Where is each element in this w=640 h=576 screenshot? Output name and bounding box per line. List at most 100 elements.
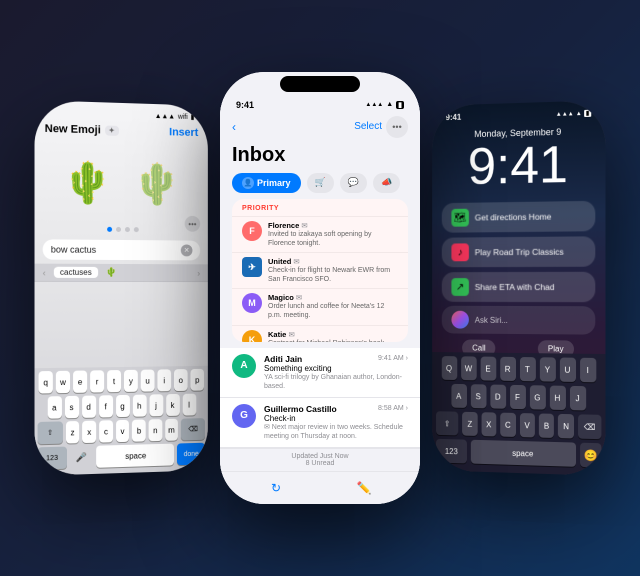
key-v[interactable]: v (116, 420, 130, 442)
key-u[interactable]: u (141, 370, 155, 392)
key-t[interactable]: t (107, 370, 121, 392)
rkey-u[interactable]: U (559, 358, 575, 382)
compose-btn[interactable]: ✏️ (354, 478, 374, 498)
key-mic[interactable]: 🎤 (70, 446, 94, 469)
rkey-i[interactable]: I (580, 358, 596, 383)
rkey-y[interactable]: Y (539, 357, 555, 381)
rkey-w[interactable]: W (461, 356, 477, 380)
key-m[interactable]: m (165, 419, 178, 441)
rkey-n[interactable]: N (558, 414, 574, 439)
key-o[interactable]: o (174, 369, 188, 391)
key-z[interactable]: z (66, 421, 80, 444)
music-text: Play Road Trip Classics (475, 247, 564, 258)
autocomplete-bar: ‹ cactuses 🌵 › (35, 264, 208, 282)
key-c[interactable]: c (99, 420, 113, 442)
preview-magico: Order lunch and coffee for Neeta's 12 p.… (268, 302, 398, 320)
key-p[interactable]: p (191, 369, 205, 391)
key-w[interactable]: w (56, 371, 70, 393)
key-x[interactable]: x (82, 421, 96, 443)
key-n[interactable]: n (149, 419, 162, 441)
email-item-guillermo[interactable]: G Guillermo Castillo 8:58 AM › Check-in … (220, 398, 420, 448)
rkey-space[interactable]: space (471, 440, 576, 467)
more-button[interactable]: ••• (386, 116, 408, 138)
key-i[interactable]: i (157, 369, 171, 391)
key-k[interactable]: k (166, 394, 180, 416)
back-button[interactable]: ‹ (232, 120, 236, 134)
key-j[interactable]: j (149, 394, 163, 416)
rkey-delete[interactable]: ⌫ (578, 414, 602, 439)
key-delete[interactable]: ⌫ (181, 418, 205, 440)
rkey-g[interactable]: G (529, 385, 545, 409)
key-123[interactable]: 123 (38, 447, 67, 470)
right-kb-row-1: Q W E R T Y U I (432, 352, 605, 382)
priority-item-katie[interactable]: K Katie ✉ Contract for Michael Robinson'… (232, 325, 408, 342)
emoji-item-2[interactable]: 🌵 (127, 153, 186, 214)
widget-music[interactable]: ♪ Play Road Trip Classics (442, 236, 596, 267)
center-signal-icon: ▲▲▲ (365, 102, 383, 108)
emoji-search-bar[interactable]: bow cactus ✕ (43, 239, 200, 260)
update-status: Updated Just Now (291, 453, 348, 460)
key-h[interactable]: h (132, 395, 146, 417)
insert-button[interactable]: Insert (169, 126, 198, 139)
rkey-d[interactable]: D (490, 385, 506, 409)
rkey-q[interactable]: Q (441, 356, 456, 380)
key-r[interactable]: r (90, 370, 104, 392)
key-shift[interactable]: ⇧ (38, 421, 63, 444)
rkey-v[interactable]: V (519, 413, 534, 437)
rkey-f[interactable]: F (510, 385, 526, 409)
search-clear-btn[interactable]: ✕ (181, 244, 193, 256)
rkey-s[interactable]: S (470, 384, 486, 408)
key-space[interactable]: space (96, 444, 174, 468)
key-g[interactable]: g (116, 395, 130, 417)
rkey-x[interactable]: X (481, 412, 496, 436)
dot-2 (116, 227, 121, 232)
key-l[interactable]: l (182, 394, 196, 416)
left-status-icons: ▲▲▲ wifi ▮ (155, 112, 195, 121)
key-y[interactable]: y (124, 370, 138, 392)
refresh-btn[interactable]: ↻ (266, 478, 286, 498)
right-emoji-btn[interactable]: 😊 (580, 443, 602, 468)
inbox-toolbar: ↻ ✏️ (220, 471, 420, 504)
tab-shopping[interactable]: 🛒 (307, 173, 334, 193)
autocomplete-suggestion[interactable]: cactuses (54, 267, 98, 278)
more-options-btn[interactable]: ••• (185, 216, 200, 232)
tab-primary[interactable]: 👤 Primary (232, 173, 301, 193)
dynamic-island (280, 76, 360, 92)
priority-item-magico[interactable]: M Magico ✉ Order lunch and coffee for Ne… (232, 288, 408, 324)
key-b[interactable]: b (132, 419, 145, 441)
email-item-aditi[interactable]: A Aditi Jain 9:41 AM › Something excitin… (220, 348, 420, 398)
music-icon: ♪ (451, 243, 468, 261)
emoji-item-1[interactable]: 🌵 (57, 151, 117, 212)
priority-item-florence[interactable]: F Florence ✉ Invited to izakaya soft ope… (232, 216, 408, 252)
rkey-j[interactable]: J (569, 386, 585, 411)
rkey-a[interactable]: A (451, 384, 467, 408)
key-e[interactable]: e (73, 371, 87, 393)
key-q[interactable]: q (39, 371, 53, 394)
rkey-r[interactable]: R (500, 357, 516, 381)
tab-promo[interactable]: 📣 (373, 173, 400, 193)
tab-social[interactable]: 💬 (340, 173, 367, 193)
left-phone: ▲▲▲ wifi ▮ New Emoji ✦ Insert 🌵 🌵 (35, 100, 208, 476)
widget-eta[interactable]: ↗ Share ETA with Chad (442, 272, 596, 302)
siri-widget[interactable]: Ask Siri... (442, 306, 596, 335)
key-a[interactable]: a (47, 396, 61, 419)
key-f[interactable]: f (99, 395, 113, 417)
rkey-h[interactable]: H (549, 386, 565, 410)
widget-directions[interactable]: 🗺 Get directions Home (442, 201, 596, 233)
search-input[interactable]: bow cactus (51, 244, 181, 255)
key-d[interactable]: d (82, 396, 96, 418)
rkey-c[interactable]: C (500, 413, 515, 437)
key-done[interactable]: done (177, 443, 205, 466)
rkey-b[interactable]: B (539, 413, 554, 437)
rkey-123[interactable]: 123 (436, 439, 467, 464)
priority-item-united[interactable]: ✈ United ✉ Check-in for flight to Newark… (232, 252, 408, 288)
key-s[interactable]: s (64, 396, 78, 418)
rkey-z[interactable]: Z (462, 412, 477, 436)
rkey-e[interactable]: E (480, 357, 496, 381)
left-header-title: New Emoji ✦ (45, 123, 119, 137)
dot-4 (133, 227, 138, 232)
rkey-shift[interactable]: ⇧ (436, 411, 458, 435)
select-button[interactable]: Select (354, 121, 382, 132)
new-emoji-badge: ✦ (105, 125, 119, 135)
rkey-t[interactable]: T (519, 357, 535, 381)
